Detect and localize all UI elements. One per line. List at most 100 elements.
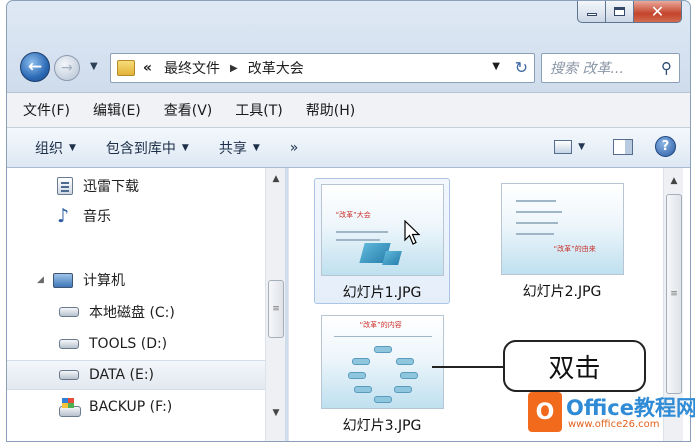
- nav-item-computer[interactable]: ◢ 计算机: [7, 265, 267, 295]
- scrollbar-thumb[interactable]: ≡: [268, 280, 284, 338]
- address-overflow-chevron[interactable]: «: [143, 60, 152, 76]
- music-icon: ♪: [57, 205, 70, 227]
- nav-item-drive-e[interactable]: DATA (E:): [7, 360, 267, 390]
- scroll-up-icon[interactable]: ▲: [266, 170, 286, 188]
- command-bar: 组织 ▼ 包含到库中 ▼ 共享 ▼ » ▼ ?: [7, 128, 690, 168]
- view-options-dropdown[interactable]: ▼: [578, 142, 585, 152]
- back-arrow-icon: ←: [27, 57, 43, 77]
- thumbnail-node: [347, 372, 366, 379]
- include-in-library-label: 包含到库中: [105, 140, 176, 157]
- nav-item-label: TOOLS (D:): [89, 336, 168, 352]
- chevron-down-icon: ▼: [181, 142, 189, 153]
- menu-edit[interactable]: 编辑(E): [93, 100, 141, 120]
- nav-item-drive-d[interactable]: TOOLS (D:): [7, 329, 267, 359]
- slide-thumbnail: “改革”大会: [320, 184, 444, 276]
- menu-file[interactable]: 文件(F): [23, 100, 70, 120]
- breadcrumb-separator-icon[interactable]: ▶: [230, 63, 238, 74]
- folder-icon: [117, 60, 135, 76]
- thumbnail-text-line: [333, 336, 432, 337]
- watermark: O Office教程网 www.office26.com: [528, 392, 695, 438]
- back-button[interactable]: ←: [20, 52, 50, 82]
- change-view-icon[interactable]: [554, 139, 573, 154]
- nav-item-drive-f[interactable]: BACKUP (F:): [7, 392, 267, 422]
- nav-item-label: 计算机: [83, 273, 125, 289]
- close-button[interactable]: ✕: [634, 1, 682, 23]
- command-bar-right: ▼ ?: [554, 136, 676, 157]
- thumbnail-graphic: [381, 251, 402, 265]
- thumbnail-node: [353, 386, 372, 393]
- scroll-up-icon[interactable]: ▲: [664, 172, 684, 190]
- file-item-slide2[interactable]: “改革”的由来 幻灯片2.JPG: [494, 178, 630, 304]
- thumbnail-title: “改革”的由来: [553, 245, 596, 253]
- recent-pages-dropdown[interactable]: ▼: [90, 61, 98, 72]
- thumbnail-node: [373, 396, 392, 403]
- menu-view[interactable]: 查看(V): [164, 100, 213, 120]
- thumbnail-text-line: [515, 233, 554, 235]
- scroll-down-icon[interactable]: ▼: [266, 404, 286, 422]
- watermark-title: Office教程网: [566, 396, 695, 420]
- thumbnail-node: [393, 386, 412, 393]
- file-item-slide1[interactable]: “改革”大会 幻灯片1.JPG: [314, 178, 450, 304]
- mouse-pointer-icon: [404, 220, 421, 245]
- chevron-down-icon: ▼: [69, 142, 76, 153]
- scrollbar-thumb[interactable]: ≡: [666, 194, 682, 394]
- nav-item-label: 本地磁盘 (C:): [89, 305, 175, 321]
- thumbnail-node: [395, 358, 414, 365]
- forward-arrow-icon: →: [61, 60, 73, 76]
- nav-item-xunlei-download[interactable]: 迅雷下载: [7, 171, 267, 201]
- thumbnail-text-line: [335, 231, 388, 233]
- thumbnail-title: “改革”大会: [335, 211, 371, 219]
- download-folder-icon: [57, 177, 73, 195]
- watermark-url: www.office26.com: [568, 419, 660, 430]
- help-icon[interactable]: ?: [655, 136, 676, 157]
- organize-label: 组织: [35, 140, 63, 157]
- drive-icon: [59, 370, 79, 380]
- share-button[interactable]: 共享 ▼: [219, 138, 260, 158]
- organize-button[interactable]: 组织 ▼: [35, 138, 76, 158]
- more-commands-button[interactable]: »: [290, 140, 299, 156]
- address-dropdown-icon[interactable]: ▼: [492, 61, 500, 72]
- slide-thumbnail: “改革”的由来: [500, 183, 624, 275]
- double-click-callout: 双击: [503, 340, 646, 392]
- maximize-button[interactable]: [606, 1, 634, 23]
- minimize-icon: [586, 13, 597, 16]
- breadcrumb-final-files[interactable]: 最终文件: [164, 58, 220, 78]
- minimize-button[interactable]: [577, 1, 606, 23]
- include-in-library-button[interactable]: 包含到库中 ▼: [106, 138, 189, 158]
- thumbnail-node: [399, 372, 418, 379]
- thumbnail-title: “改革”的内容: [359, 321, 402, 329]
- nav-item-label: 音乐: [83, 209, 111, 225]
- breadcrumb-reform-meeting[interactable]: 改革大会: [248, 58, 304, 78]
- search-placeholder: 搜索 改革...: [550, 61, 624, 77]
- refresh-icon[interactable]: ↻: [515, 58, 528, 77]
- file-item-slide3[interactable]: “改革”的内容 幻灯片3.JPG: [314, 312, 450, 441]
- thumbnail-text-line: [515, 200, 556, 202]
- chevron-down-icon: ▼: [252, 142, 260, 153]
- search-icon[interactable]: ⚲: [661, 59, 672, 77]
- nav-item-drive-c[interactable]: 本地磁盘 (C:): [7, 297, 267, 327]
- menu-tools[interactable]: 工具(T): [235, 100, 282, 120]
- file-name: 幻灯片2.JPG: [522, 284, 602, 300]
- share-label: 共享: [218, 140, 247, 157]
- thumbnail-node: [351, 358, 370, 365]
- expand-arrow-icon[interactable]: ◢: [37, 275, 47, 285]
- nav-item-label: 迅雷下载: [83, 179, 139, 195]
- drive-icon: [59, 307, 79, 317]
- address-bar[interactable]: « 最终文件 ▶ 改革大会 ▼ ↻: [110, 53, 535, 83]
- thumbnail-node: [373, 346, 392, 353]
- thumbnail-text-line: [515, 222, 558, 224]
- thumbnail-text-line: [335, 239, 380, 241]
- nav-item-music[interactable]: ♪ 音乐: [7, 201, 267, 231]
- callout-text: 双击: [548, 353, 601, 384]
- nav-item-label: BACKUP (F:): [89, 399, 173, 415]
- office-logo-icon: O: [528, 392, 562, 432]
- backup-drive-icon: [59, 398, 81, 417]
- close-icon: ✕: [650, 1, 665, 21]
- forward-button[interactable]: →: [54, 55, 80, 81]
- navigation-pane-scrollbar[interactable]: ▲ ≡ ▼: [265, 168, 286, 441]
- search-input[interactable]: 搜索 改革... ⚲: [541, 53, 680, 83]
- preview-pane-icon[interactable]: [613, 138, 633, 155]
- thumbnail-text-line: [515, 211, 562, 213]
- nav-item-label: DATA (E:): [89, 367, 155, 383]
- menu-help[interactable]: 帮助(H): [306, 100, 355, 120]
